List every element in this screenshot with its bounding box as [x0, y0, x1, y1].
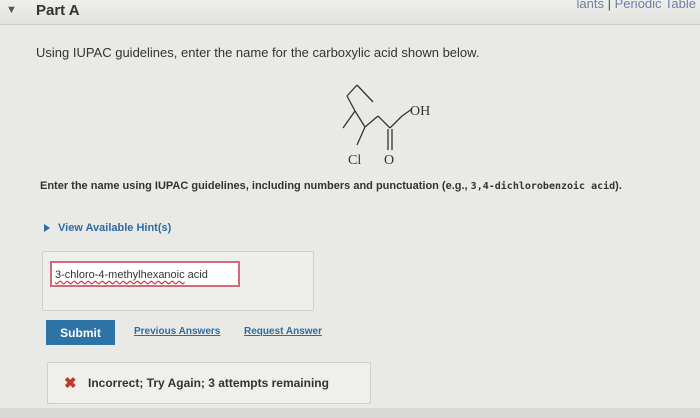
oh-label: OH	[410, 104, 430, 119]
instructions: Enter the name using IUPAC guidelines, i…	[40, 179, 690, 194]
bond	[346, 84, 358, 97]
cl-label: Cl	[348, 153, 361, 168]
constants-link[interactable]: lants	[577, 0, 604, 11]
bond	[356, 126, 366, 146]
x-icon: ✖	[64, 375, 77, 392]
question-prompt: Using IUPAC guidelines, enter the name f…	[36, 45, 480, 60]
bond	[342, 110, 356, 129]
previous-answers-link[interactable]: Previous Answers	[134, 326, 220, 337]
instructions-closing: ).	[615, 180, 622, 192]
periodic-table-link[interactable]: Periodic Table	[615, 0, 696, 11]
request-answer-link[interactable]: Request Answer	[244, 326, 322, 337]
bond	[389, 115, 403, 129]
instructions-example: 3,4-dichlorobenzoic acid	[470, 181, 616, 192]
bond	[354, 110, 366, 128]
expand-triangle-icon	[44, 224, 50, 233]
instructions-text: Enter the name using IUPAC guidelines, i…	[40, 180, 468, 192]
bond	[364, 115, 379, 128]
feedback-box: ✖ Incorrect; Try Again; 3 attempts remai…	[47, 362, 371, 404]
part-header[interactable]: ▼ Part A lants | Periodic Table	[0, 0, 700, 25]
o-label: O	[384, 153, 394, 168]
view-hints-link[interactable]: View Available Hint(s)	[44, 222, 171, 234]
answer-text-rest: acid	[184, 269, 208, 281]
bond	[356, 84, 374, 103]
feedback-message: Incorrect; Try Again; 3 attempts remaini…	[88, 376, 329, 390]
bond	[377, 115, 391, 129]
part-title: Part A	[36, 2, 80, 19]
answer-input[interactable]: 3-chloro-4-methylhexanoic acid	[50, 261, 240, 287]
collapse-caret-icon[interactable]: ▼	[6, 4, 17, 16]
answer-panel: 3-chloro-4-methylhexanoic acid	[42, 251, 314, 311]
top-links: lants | Periodic Table	[577, 0, 697, 11]
bottom-edge	[0, 408, 700, 418]
view-hints-label: View Available Hint(s)	[58, 222, 172, 234]
submit-button[interactable]: Submit	[46, 320, 115, 345]
answer-text-misspelled: 3-chloro-4-methylhexanoic	[55, 269, 185, 281]
top-links-separator: |	[603, 0, 615, 11]
molecule-structure: OH Cl O	[342, 84, 430, 168]
bond	[346, 95, 356, 112]
